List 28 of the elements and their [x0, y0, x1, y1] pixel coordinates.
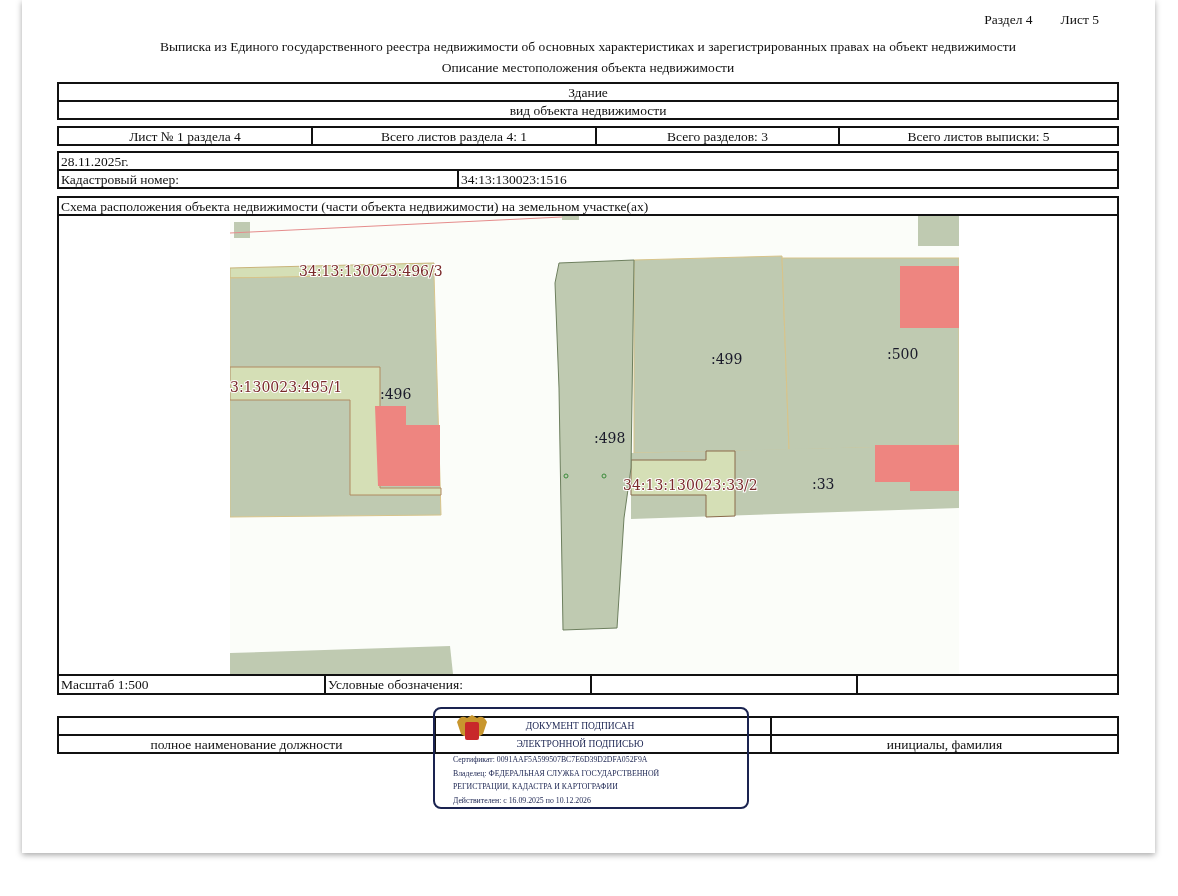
cadastral-label: Кадастровый номер:: [60, 171, 181, 187]
sheet-info-cell-text: Лист № 1 раздела 4: [128, 128, 242, 144]
section-number: Раздел 4: [984, 12, 1033, 28]
parcel-label: :498: [594, 430, 626, 446]
stamp-heading: ДОКУМЕНТ ПОДПИСАН: [524, 720, 636, 733]
sheet-number: Лист 5: [1060, 12, 1099, 28]
position-caption: полное наименование должности: [149, 736, 344, 752]
name-caption: инициалы, фамилия: [770, 736, 1117, 752]
sheet-info-cell: Всего листов выписки: 5: [838, 128, 1117, 144]
cadastral-number: 34:13:130023:1516: [457, 171, 1117, 187]
scheme-heading: Схема расположения объекта недвижимости (части объекта недвижимости) на земельном участке(ах): [60, 198, 650, 214]
map-scale: Масштаб 1:500: [60, 676, 150, 693]
legend-label: Условные обозначения:: [324, 676, 590, 693]
parcel-label: :496: [380, 386, 412, 402]
cadastral-number-label: 34:13:130023:496/3: [299, 263, 443, 279]
stamp-heading: ЭЛЕКТРОННОЙ ПОДПИСЬЮ: [515, 737, 645, 751]
extract-date: 28.11.2025г.: [60, 153, 130, 169]
document-subtitle: Описание местоположения объекта недвижимости: [440, 60, 736, 76]
parcel-label: :33: [812, 476, 835, 492]
parcel-label: :499: [711, 351, 743, 367]
sheet-info-cell: Всего листов раздела 4: 1: [311, 128, 595, 144]
cadastral-number-label: 3:130023:495/1: [230, 379, 343, 395]
object-type: Здание: [567, 84, 609, 100]
cadastral-number-label: 34:13:130023:33/2: [623, 477, 758, 493]
object-type-caption: вид объекта недвижимости: [508, 102, 668, 118]
parcel-label: :500: [887, 346, 919, 362]
document-title: Выписка из Единого государственного реестра недвижимости об основных характеристиках и зарегистрированных правах на объект недвижимости: [159, 39, 1017, 55]
sheet-info-cell: Всего разделов: 3: [595, 128, 838, 144]
